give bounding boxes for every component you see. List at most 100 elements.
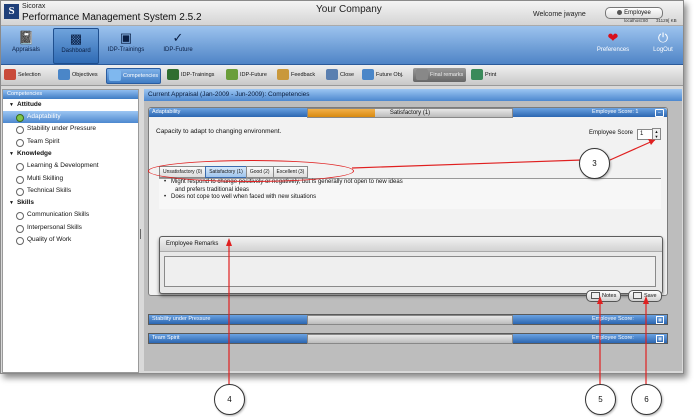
indicator-line-cont: and prefers traditional ideas [175, 186, 250, 193]
tabs-highlight-ellipse [148, 160, 354, 182]
step-label: Objectives [72, 72, 98, 78]
competency-name: Stability under Pressure [152, 316, 211, 322]
expand-icon[interactable]: ▦ [656, 335, 664, 343]
title-bar: S Sicorax Performance Management System … [1, 1, 683, 26]
step-label: IDP-Trainings [181, 72, 215, 78]
sidebar-item-technical[interactable]: Technical Skills [3, 185, 138, 197]
sidebar-item-adaptability[interactable]: Adaptability [3, 111, 138, 124]
item-label: Adaptability [27, 113, 61, 120]
radio-icon [16, 237, 24, 246]
brand-name: Sicorax [22, 3, 46, 10]
step-competencies[interactable]: Competencies [106, 68, 162, 84]
step-idp-future[interactable]: IDP-Future [226, 68, 267, 82]
callout-4: 4 [214, 384, 245, 415]
preferences-button[interactable]: ❤ Preferences [591, 28, 635, 62]
remarks-textarea[interactable] [164, 256, 656, 287]
dashboard-button[interactable]: ▩ Dashboard [53, 28, 99, 64]
employee-remarks: Employee Remarks [159, 236, 663, 294]
step-label: Print [485, 72, 497, 78]
appraisals-label: Appraisals [11, 47, 40, 53]
step-close[interactable]: Close [326, 68, 354, 82]
sidebar-item-learning[interactable]: Learning & Development [3, 160, 138, 172]
appraisals-icon: 📓 [18, 30, 35, 45]
competency-panel: Adaptability Satisfactory (1) Employee S… [148, 107, 668, 296]
item-label: Team Spirit [27, 137, 60, 145]
score-spinner-icon[interactable]: ▲ ▼ [652, 128, 661, 140]
appraisals-button[interactable]: 📓 Appraisals [4, 28, 48, 62]
step-feedback[interactable]: Feedback [277, 68, 315, 82]
callout-5: 5 [585, 384, 616, 415]
selection-icon [4, 69, 16, 81]
callout-6: 6 [631, 384, 662, 415]
logout-button[interactable]: ⏻ LogOut [641, 28, 683, 62]
workflow-steps: Selection Objectives Competencies IDP-Tr… [1, 65, 683, 86]
group-knowledge[interactable]: ▼ Knowledge [3, 148, 138, 160]
sidebar-item-team-spirit[interactable]: Team Spirit [3, 136, 138, 148]
notes-button[interactable]: Notes [586, 290, 622, 302]
sicorax-logo: S [4, 4, 19, 19]
expand-triangle-icon: ▼ [9, 102, 14, 108]
idp-future-button[interactable]: ✓ IDP-Future [156, 28, 200, 62]
group-label: Skills [16, 199, 34, 207]
heart-icon: ❤ [607, 30, 619, 45]
employee-score-summary: Employee Score: [592, 335, 634, 341]
item-label: Technical Skills [27, 186, 72, 194]
employee-score-input[interactable]: 1 [637, 129, 653, 140]
competency-bar: Adaptability Satisfactory (1) Employee S… [149, 108, 667, 118]
expand-icon[interactable]: ▦ [656, 316, 664, 324]
future-obj-icon [362, 69, 374, 81]
step-future-obj[interactable]: Future Obj. [362, 68, 404, 82]
group-label: Knowledge [16, 150, 52, 158]
step-label: Competencies [123, 73, 159, 79]
step-label: Feedback [291, 72, 316, 78]
radio-icon [16, 212, 24, 221]
feedback-icon [277, 69, 289, 81]
item-label: Multi Skilling [27, 174, 64, 182]
employee-score-summary: Employee Score: [592, 316, 634, 322]
content-area: Current Appraisal (Jan-2009 - Jun-2009):… [144, 89, 682, 371]
save-button[interactable]: Save [628, 290, 662, 302]
step-label: Future Obj. [376, 72, 404, 78]
item-label: Communication Skills [27, 211, 90, 219]
appraisal-header: Current Appraisal (Jan-2009 - Jun-2009):… [144, 89, 682, 101]
radio-icon [16, 126, 24, 135]
competency-row-team-spirit[interactable]: Team Spirit Employee Score: ▦ [148, 333, 668, 344]
step-final-remarks[interactable]: Final remarks [413, 68, 467, 82]
step-selection[interactable]: Selection [4, 68, 41, 82]
idp-trainings-button[interactable]: ▣ IDP-Trainings [104, 28, 148, 62]
item-label: Interpersonal Skills [27, 223, 82, 231]
radio-icon [16, 175, 24, 184]
behaviour-indicators: Might respond to change positively or ne… [159, 178, 661, 209]
sidebar-item-quality[interactable]: Quality of Work [3, 234, 138, 246]
indicator-line: Does not cope too well when faced with n… [159, 194, 661, 202]
competency-row-stability[interactable]: Stability under Pressure Employee Score:… [148, 314, 668, 325]
employee-score-label: Employee Score [589, 130, 634, 136]
item-label: Stability under Pressure [27, 125, 97, 133]
objectives-icon [58, 69, 70, 81]
step-objectives[interactable]: Objectives [58, 68, 98, 82]
step-idp-trainings[interactable]: IDP-Trainings [167, 68, 214, 82]
sidebar-item-multi-skilling[interactable]: Multi Skilling [3, 173, 138, 185]
radio-icon [16, 224, 24, 233]
step-label: Final remarks [430, 72, 464, 78]
preferences-label: Preferences [596, 47, 630, 53]
step-label: IDP-Future [240, 72, 267, 78]
welcome-text: Welcome jwayne [533, 11, 586, 18]
competency-sidebar: Competencies ▼ Attitude Adaptability Stab… [2, 89, 139, 373]
selected-radio-icon [16, 114, 24, 122]
idp-future-icon: ✓ [172, 30, 184, 45]
rating-label: Satisfactory (1) [389, 110, 431, 116]
sidebar-item-stability[interactable]: Stability under Pressure [3, 123, 138, 135]
group-skills[interactable]: ▼ Skills [3, 197, 138, 209]
radio-icon [16, 163, 24, 172]
sidebar-item-interpersonal[interactable]: Interpersonal Skills [3, 222, 138, 234]
collapse-icon[interactable]: − [655, 109, 664, 117]
save-icon [633, 292, 642, 300]
step-print[interactable]: Print [471, 68, 496, 82]
competency-name: Team Spirit [152, 335, 180, 341]
group-attitude[interactable]: ▼ Attitude [3, 99, 138, 111]
sidebar-item-communication[interactable]: Communication Skills [3, 209, 138, 221]
logout-label: LogOut [653, 47, 673, 53]
expand-triangle-icon: ▼ [9, 200, 14, 207]
item-label: Quality of Work [27, 236, 72, 244]
